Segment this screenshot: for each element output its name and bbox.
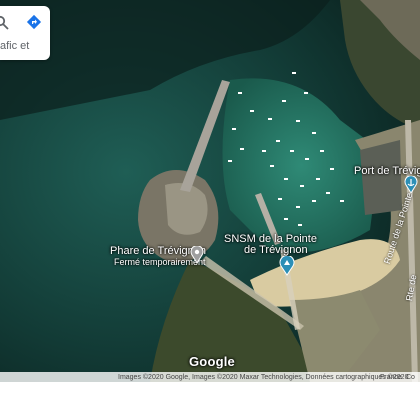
attribution-credits[interactable]: Images ©2020 Google, Images ©2020 Maxar … bbox=[118, 372, 408, 384]
attribution-region[interactable]: France bbox=[380, 372, 402, 384]
attribution-extra[interactable]: Co bbox=[406, 372, 415, 384]
sea-rescue-pin-icon[interactable] bbox=[279, 256, 295, 276]
port-parking bbox=[360, 140, 402, 215]
lighthouse-pin-icon[interactable] bbox=[190, 246, 204, 264]
search-panel[interactable]: afic et bbox=[0, 6, 50, 60]
satellite-map[interactable]: afic et Phare de Trévignon Fermé tempora… bbox=[0, 0, 420, 382]
search-hint-text: afic et bbox=[0, 40, 30, 52]
google-logo: Google bbox=[189, 354, 235, 369]
directions-icon[interactable] bbox=[26, 14, 42, 30]
search-icon[interactable] bbox=[0, 15, 10, 31]
satellite-imagery bbox=[0, 0, 420, 382]
sea-rescue-label-2: de Trévignon bbox=[244, 244, 308, 256]
attribution-bar: Images ©2020 Google, Images ©2020 Maxar … bbox=[0, 372, 420, 384]
